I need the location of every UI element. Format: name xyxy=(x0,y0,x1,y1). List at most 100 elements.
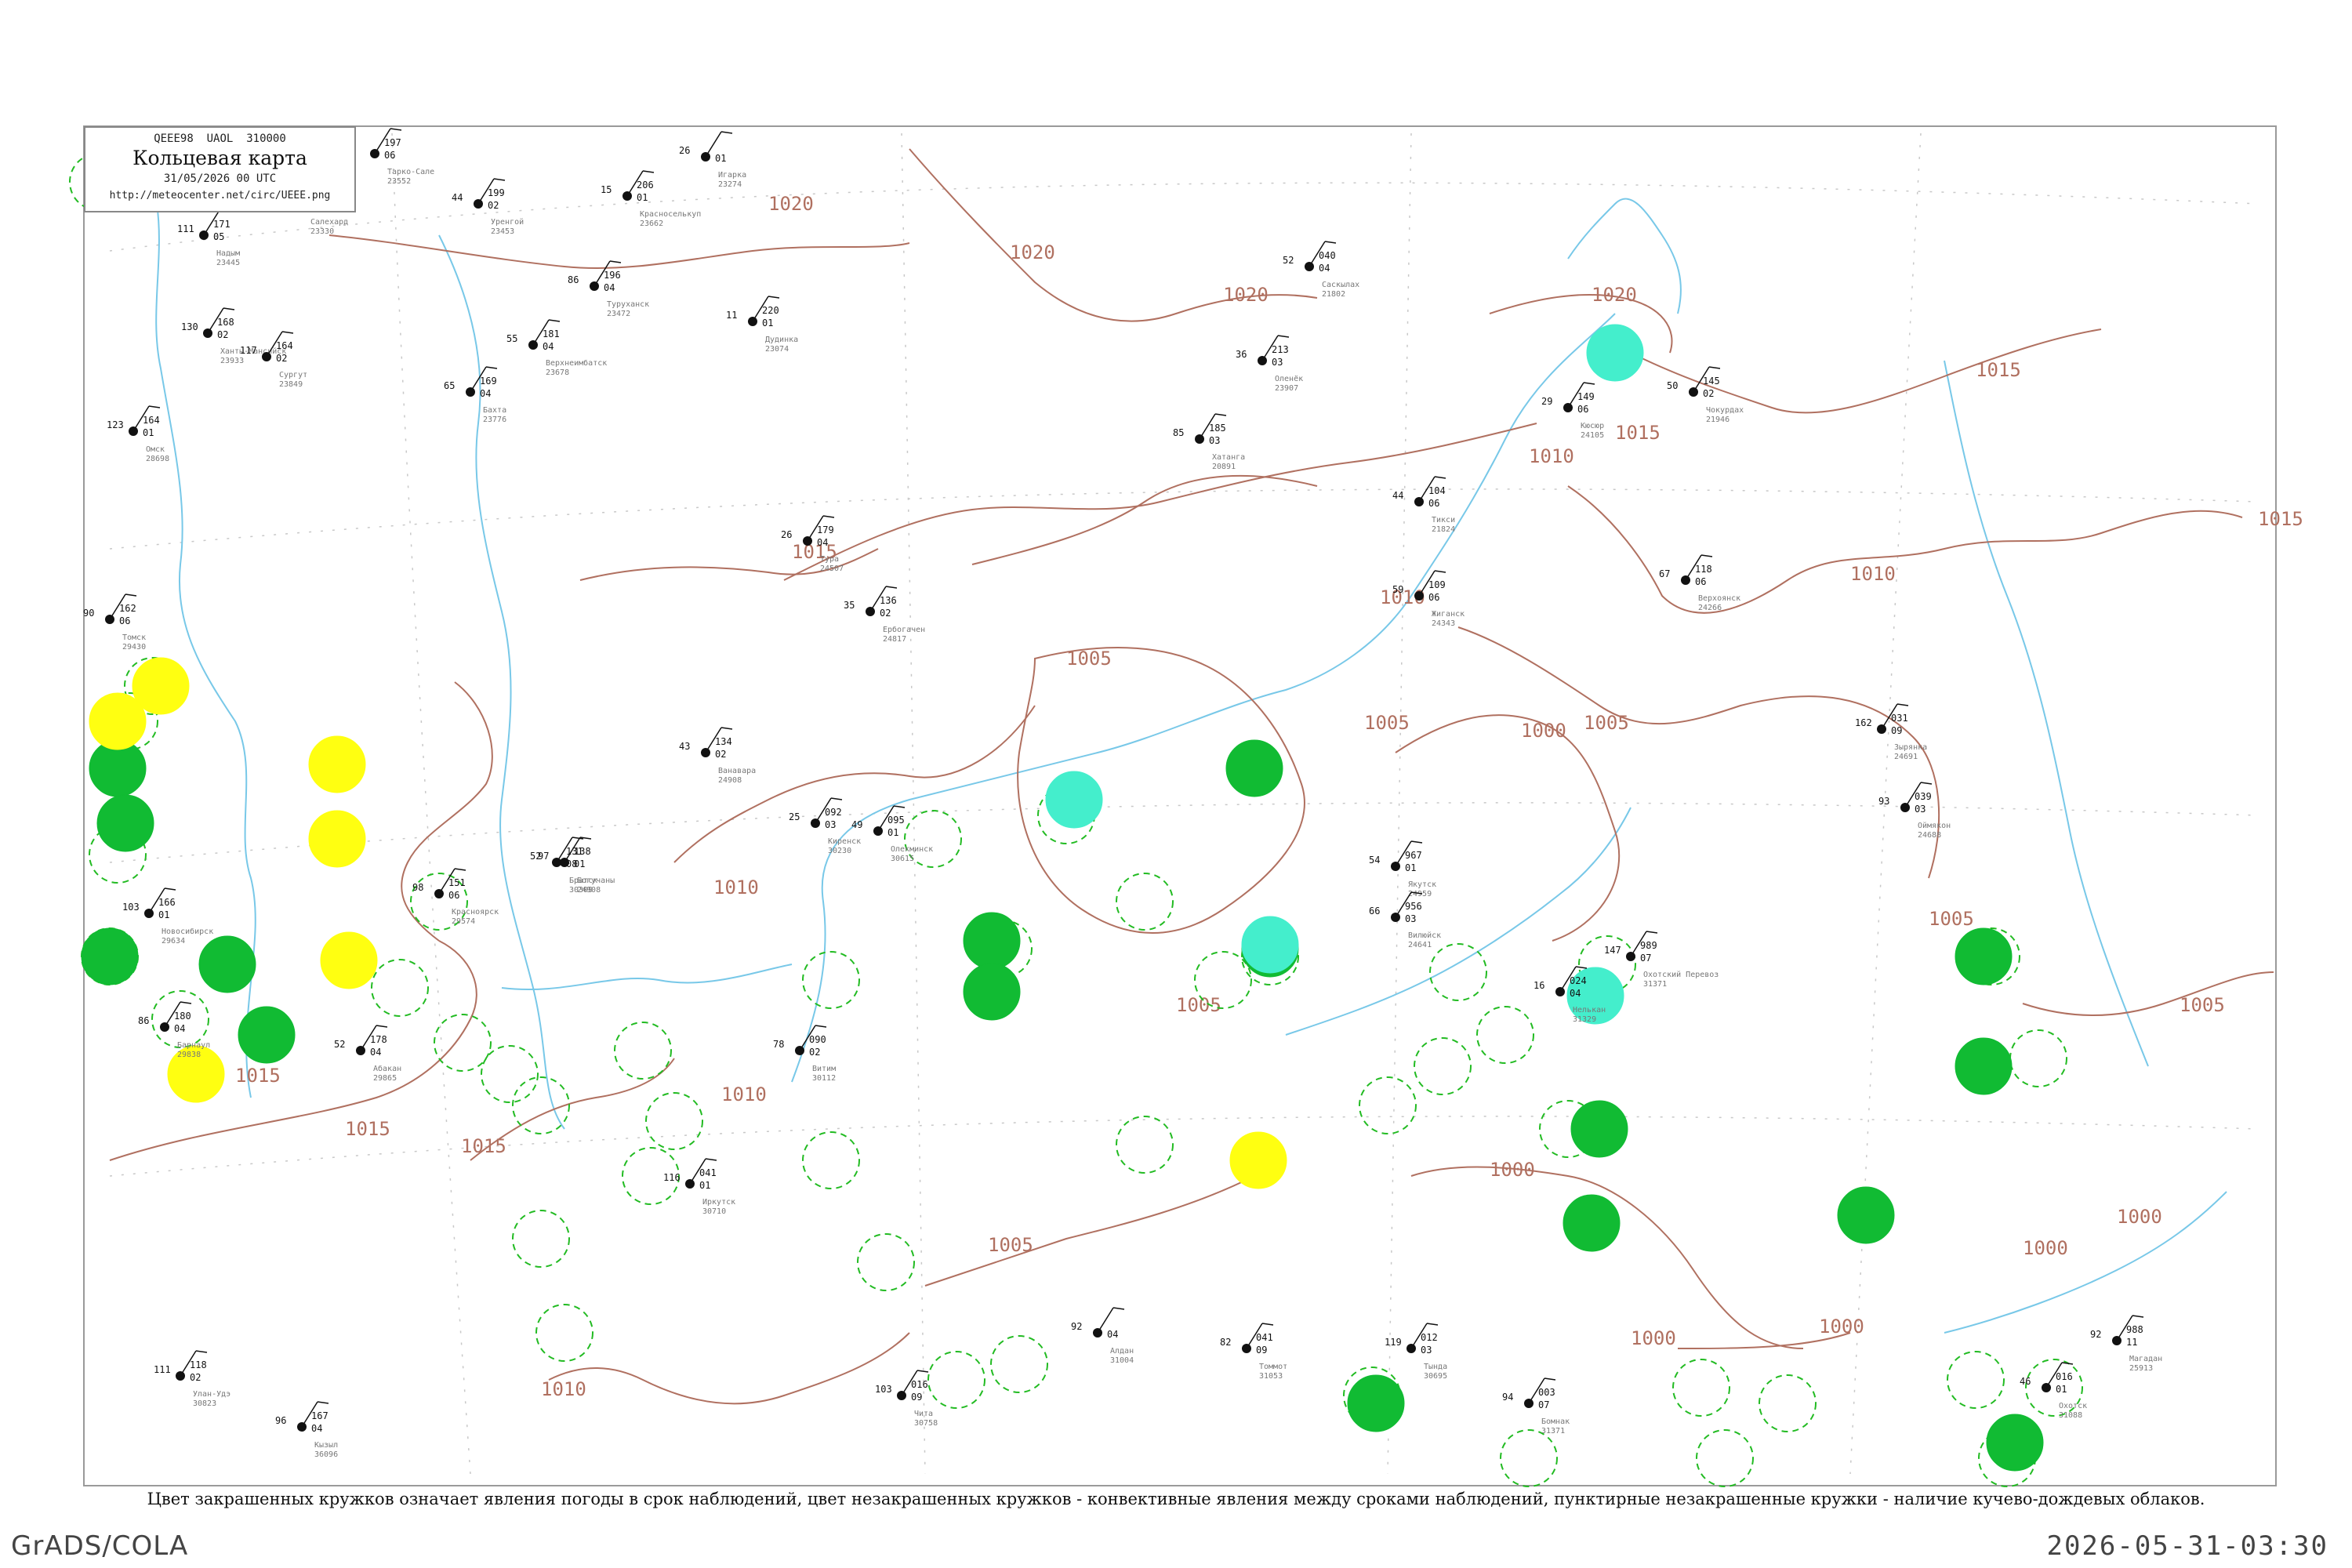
isobar-label: 1000 xyxy=(1490,1159,1535,1181)
station-pressure-value: 180 xyxy=(174,1011,191,1022)
station-pressure-value: 178 xyxy=(370,1034,387,1045)
station-name: Зырянка xyxy=(1894,743,1927,752)
station-name: Тында xyxy=(1424,1363,1447,1371)
station-pressure-value: 118 xyxy=(190,1359,207,1370)
station-index: 24507 xyxy=(820,564,844,573)
station-name: Надым xyxy=(216,249,240,258)
station-index: 24105 xyxy=(1581,431,1604,440)
station-name: Красноярск xyxy=(452,908,499,916)
station-index: 23678 xyxy=(546,368,569,377)
isobar-label: 1015 xyxy=(235,1065,281,1087)
station-tendency-value: 02 xyxy=(217,329,228,340)
isobar-label: 1020 xyxy=(1592,284,1637,306)
station-name: Игарка xyxy=(718,171,746,180)
station-pressure-value: 024 xyxy=(1570,975,1587,986)
station-index: 31329 xyxy=(1573,1015,1596,1024)
isobar-label: 1000 xyxy=(1819,1316,1864,1338)
isobar-label: 1020 xyxy=(1010,241,1055,263)
isobar-label: 1000 xyxy=(2117,1206,2162,1228)
station-cloud-value: 92 xyxy=(2090,1329,2101,1340)
station-name: Туруханск xyxy=(607,300,649,309)
station-name: Дудинка xyxy=(765,336,798,344)
isobar-label: 1000 xyxy=(2023,1237,2068,1259)
station-name: Верхнеимбатск xyxy=(546,358,607,368)
station-cloud-value: 162 xyxy=(1855,717,1872,728)
isobar-label: 1005 xyxy=(2180,994,2225,1016)
station-tendency-value: 01 xyxy=(574,858,585,869)
station-tendency-value: 06 xyxy=(448,890,459,901)
station-name: Салехард xyxy=(310,218,348,227)
station-tendency-value: 03 xyxy=(1421,1345,1432,1356)
isobar-label: 1020 xyxy=(768,193,814,215)
station-name: Вилюйск xyxy=(1408,931,1441,940)
station-name: Нелькан xyxy=(1573,1006,1606,1014)
station-cloud-value: 52 xyxy=(334,1039,345,1050)
station-cloud-value: 54 xyxy=(1369,855,1380,866)
station-tendency-value: 01 xyxy=(637,192,648,203)
station-name: Абакан xyxy=(373,1064,401,1073)
station-pressure-value: 162 xyxy=(119,603,136,614)
station-index: 24959 xyxy=(1408,890,1432,898)
station-pressure-value: 040 xyxy=(1319,250,1336,261)
rain-weather-fill xyxy=(1347,1374,1405,1432)
station-name: Чита xyxy=(914,1410,933,1418)
station-cloud-value: 130 xyxy=(181,321,198,332)
station-index: 30230 xyxy=(828,847,851,855)
station-index: 20891 xyxy=(1212,463,1236,471)
station-index: 24817 xyxy=(883,635,906,644)
station-name: Кюсюр xyxy=(1581,422,1604,430)
station-tendency-value: 04 xyxy=(1570,988,1581,999)
station-name: Саскылах xyxy=(1322,281,1359,289)
station-pressure-value: 196 xyxy=(604,270,621,281)
rain-weather-fill xyxy=(1955,927,2013,985)
station-pressure-value: 197 xyxy=(384,137,401,148)
station-pressure-value: 039 xyxy=(1915,791,1932,802)
station-name: Чокурдах xyxy=(1706,406,1744,415)
station-tendency-value: 06 xyxy=(1695,576,1706,587)
station-index: 23453 xyxy=(491,227,514,236)
rain-weather-fill xyxy=(81,927,139,985)
station-tendency-value: 04 xyxy=(604,282,615,293)
station-cloud-value: 65 xyxy=(444,380,455,391)
station-cloud-value: 92 xyxy=(1071,1321,1082,1332)
station-index: 24266 xyxy=(1698,604,1722,612)
station-name: Омск xyxy=(146,445,165,454)
station-pressure-value: 138 xyxy=(574,846,591,857)
station-index: 21802 xyxy=(1322,290,1345,299)
station-tendency-value: 02 xyxy=(715,749,726,760)
station-pressure-value: 136 xyxy=(880,595,897,606)
isobar-label: 1005 xyxy=(988,1234,1033,1256)
station-index: 23074 xyxy=(765,345,789,354)
station-tendency-value: 02 xyxy=(488,200,499,211)
station-pressure-value: 092 xyxy=(825,807,842,818)
station-cloud-value: 26 xyxy=(679,145,690,156)
isobar-label: 1005 xyxy=(1929,908,1974,930)
station-pressure-value: 145 xyxy=(1703,376,1720,387)
station-name: Улан-Удэ xyxy=(193,1390,230,1399)
station-name: Новосибирск xyxy=(162,927,213,936)
station-tendency-value: 04 xyxy=(1107,1329,1118,1340)
grads-credit: GrADS/COLA xyxy=(11,1530,189,1562)
station-index: 30615 xyxy=(891,855,914,863)
station-index: 28698 xyxy=(146,455,169,463)
station-cloud-value: 117 xyxy=(240,345,257,356)
station-cloud-value: 93 xyxy=(1878,796,1889,807)
map-caption: Цвет закрашенных кружков означает явлени… xyxy=(147,1490,2205,1508)
station-pressure-value: 967 xyxy=(1405,850,1422,861)
station-cloud-value: 35 xyxy=(844,600,855,611)
station-cloud-value: 52 xyxy=(1283,255,1294,266)
station-cloud-value: 55 xyxy=(506,333,517,344)
thunder-weather-fill xyxy=(308,810,366,868)
station-index: 23445 xyxy=(216,259,240,267)
rain-weather-fill xyxy=(963,912,1021,970)
station-name: Барнаул xyxy=(177,1041,210,1050)
station-tendency-value: 04 xyxy=(174,1023,185,1034)
station-index: 23274 xyxy=(718,180,742,189)
isobar-label: 1000 xyxy=(1521,720,1566,742)
source-url: http://meteocenter.net/circ/UEEE.png xyxy=(109,190,331,201)
station-name: Томмот xyxy=(1259,1363,1287,1371)
station-cloud-value: 98 xyxy=(412,882,423,893)
station-name: Тарко-Сале xyxy=(387,168,434,176)
station-name: Тикси xyxy=(1432,516,1455,524)
station-cloud-value: 82 xyxy=(1220,1337,1231,1348)
